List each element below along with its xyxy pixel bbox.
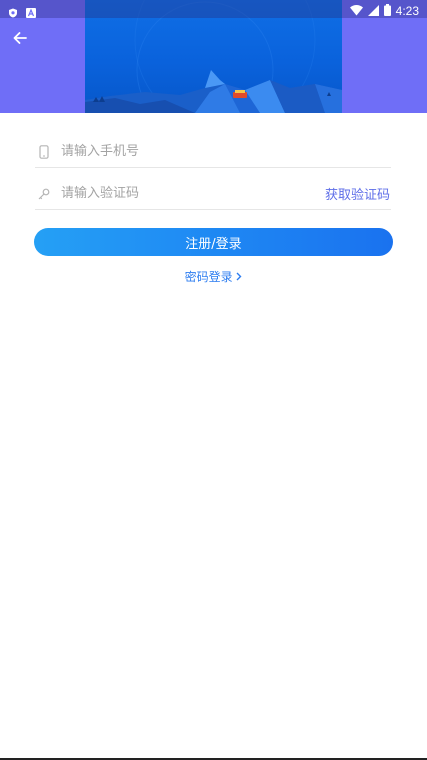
phone-icon [36, 144, 52, 160]
get-code-button[interactable]: 获取验证码 [325, 184, 390, 203]
password-login-label: 密码登录 [184, 270, 233, 284]
battery-icon [383, 1, 391, 20]
signal-icon [367, 1, 379, 20]
login-screen: 4:23 获取验证码 注册/登录 密码登录 [0, 0, 427, 760]
arrow-left-icon [13, 29, 27, 48]
password-login-link[interactable]: 密码登录 [185, 270, 243, 284]
phone-input[interactable] [61, 140, 391, 163]
password-login-row: 密码登录 [0, 266, 427, 285]
key-icon [36, 186, 52, 202]
shield-icon [8, 3, 18, 22]
status-bar: 4:23 [0, 0, 427, 18]
a-badge-icon [26, 3, 36, 22]
register-login-button[interactable]: 注册/登录 [34, 228, 393, 256]
status-time: 4:23 [395, 3, 419, 18]
code-field: 获取验证码 [35, 178, 391, 210]
phone-field [35, 136, 391, 168]
back-button[interactable] [9, 28, 31, 48]
code-input[interactable] [61, 182, 325, 205]
wifi-icon [349, 1, 363, 20]
header: 4:23 [0, 0, 427, 113]
chevron-right-icon [236, 270, 242, 284]
